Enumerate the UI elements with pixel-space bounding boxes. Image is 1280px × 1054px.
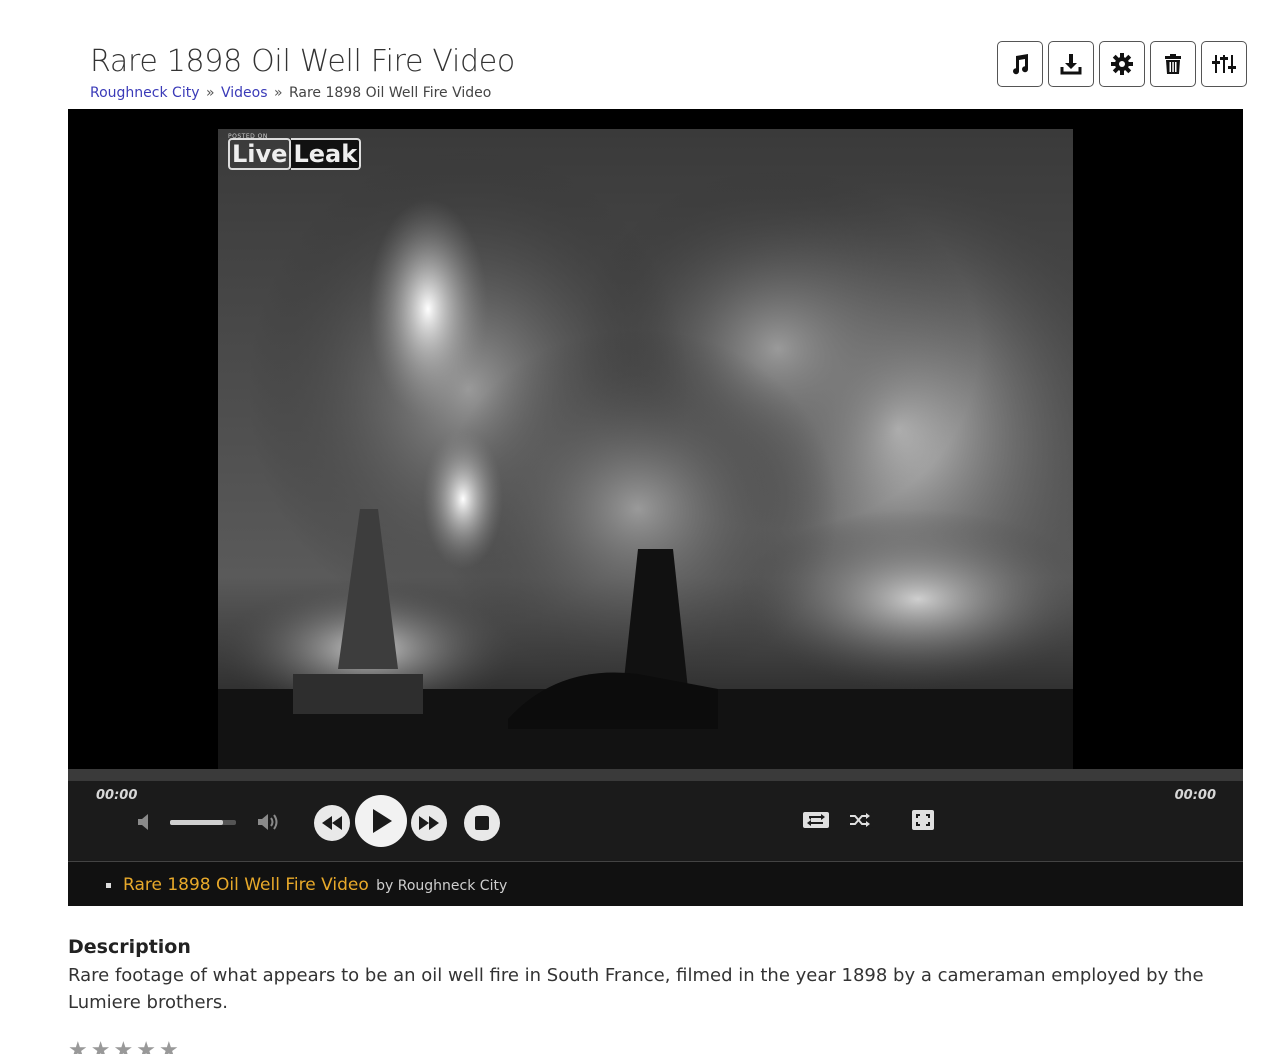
star-rating[interactable]: ★ ★ ★ ★ ★	[68, 1040, 179, 1054]
star-icon[interactable]: ★	[68, 1040, 88, 1054]
playlist-item-title: Rare 1898 Oil Well Fire Video	[123, 875, 369, 895]
page-title: Rare 1898 Oil Well Fire Video	[90, 44, 515, 79]
music-note-icon	[1013, 54, 1029, 75]
player-controls: 00:00 00:00	[68, 781, 1243, 861]
stop-button[interactable]	[464, 805, 500, 841]
breadcrumb-separator: »	[273, 85, 283, 101]
duration-time: 00:00	[1174, 788, 1216, 803]
audio-button[interactable]	[997, 41, 1043, 87]
description-text: Rare footage of what appears to be an oi…	[68, 965, 1204, 1013]
breadcrumb: Roughneck City » Videos » Rare 1898 Oil …	[90, 85, 491, 101]
gear-icon	[1111, 53, 1133, 75]
playlist-item[interactable]: Rare 1898 Oil Well Fire Video by Roughne…	[106, 875, 507, 895]
download-icon	[1060, 54, 1082, 75]
seek-bar[interactable]	[68, 769, 1243, 781]
watermark-live-text: Live	[228, 138, 292, 170]
video-viewport[interactable]: POSTED ON Live Leak	[68, 109, 1243, 769]
description-heading: Description	[68, 936, 191, 958]
fast-forward-icon	[419, 816, 439, 830]
download-button[interactable]	[1048, 41, 1094, 87]
breadcrumb-home-link[interactable]: Roughneck City	[90, 85, 199, 101]
toolbar	[997, 41, 1247, 87]
volume-max-icon[interactable]	[256, 810, 282, 834]
star-icon[interactable]: ★	[91, 1040, 111, 1054]
video-frame: POSTED ON Live Leak	[218, 129, 1073, 769]
sliders-icon	[1212, 55, 1236, 73]
video-player: POSTED ON Live Leak 00:00 00:00 Rare 189…	[68, 109, 1243, 906]
bullet-icon	[106, 882, 111, 888]
shuffle-icon[interactable]	[846, 809, 874, 831]
play-button[interactable]	[355, 795, 407, 847]
rewind-icon	[322, 816, 342, 830]
stop-icon	[475, 816, 489, 830]
star-icon[interactable]: ★	[113, 1040, 133, 1054]
liveleak-watermark: POSTED ON Live Leak	[228, 133, 362, 170]
trash-icon	[1165, 54, 1181, 74]
volume-fill	[170, 820, 223, 825]
mute-icon[interactable]	[134, 811, 156, 833]
star-icon[interactable]: ★	[136, 1040, 156, 1054]
star-icon[interactable]: ★	[159, 1040, 179, 1054]
fullscreen-icon[interactable]	[909, 809, 937, 831]
delete-button[interactable]	[1150, 41, 1196, 87]
current-time: 00:00	[96, 788, 138, 803]
breadcrumb-current: Rare 1898 Oil Well Fire Video	[288, 85, 492, 101]
volume-slider[interactable]	[170, 820, 236, 825]
watermark-leak-text: Leak	[291, 138, 362, 170]
video-still-image	[218, 129, 1073, 769]
repeat-icon[interactable]	[802, 809, 830, 831]
breadcrumb-videos-link[interactable]: Videos	[221, 85, 268, 101]
rewind-button[interactable]	[314, 805, 350, 841]
playlist-item-author: by Roughneck City	[376, 878, 508, 894]
fast-forward-button[interactable]	[411, 805, 447, 841]
settings-button[interactable]	[1099, 41, 1145, 87]
breadcrumb-separator: »	[205, 85, 215, 101]
playlist: Rare 1898 Oil Well Fire Video by Roughne…	[68, 861, 1243, 906]
equalizer-button[interactable]	[1201, 41, 1247, 87]
play-icon	[373, 809, 392, 833]
